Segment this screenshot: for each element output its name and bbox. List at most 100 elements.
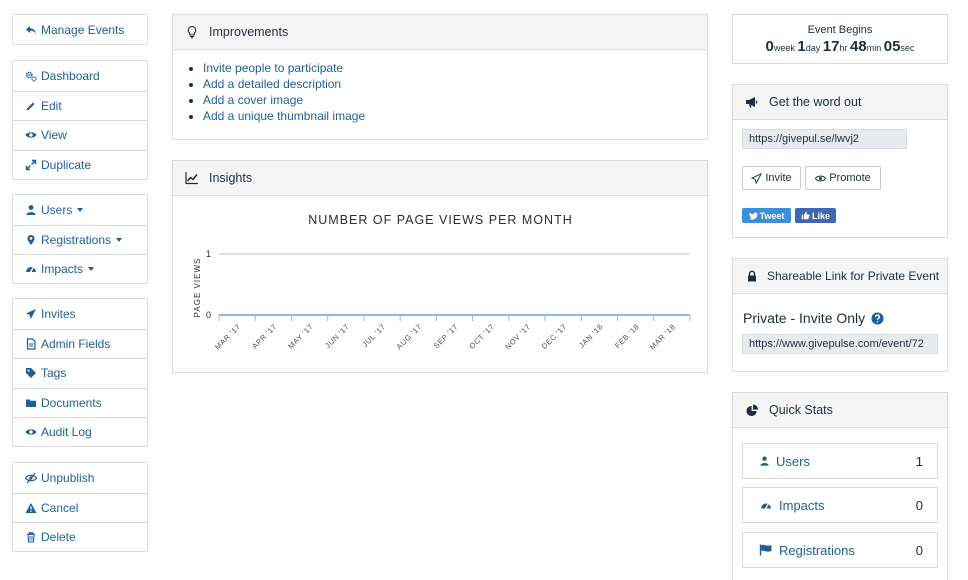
share-title: Get the word out	[769, 95, 862, 109]
insights-header: Insights	[173, 161, 707, 196]
stat-name: Registrations	[759, 543, 916, 558]
manage-events-label: Manage Events	[41, 22, 125, 37]
stat-row-users[interactable]: Users 1	[742, 443, 938, 479]
user-icon	[25, 204, 37, 216]
eye-icon	[25, 426, 37, 438]
share-panel: Get the word out https://givepul.se/lwvj…	[732, 84, 948, 238]
countdown-weeks: 0	[765, 38, 774, 55]
sidebar-item-label: Cancel	[41, 500, 79, 515]
sidebar-item-label: View	[41, 128, 67, 143]
stat-label: Impacts	[779, 497, 825, 513]
sidebar-item-label: Admin Fields	[41, 336, 111, 351]
private-status-label: Private - Invite Only	[743, 310, 866, 326]
sidebar-group-event: Dashboard Edit View Duplicate	[12, 60, 148, 180]
sidebar-item-duplicate[interactable]: Duplicate	[13, 149, 147, 180]
sidebar-item-edit[interactable]: Edit	[13, 90, 147, 121]
sidebar-item-impacts[interactable]: Impacts	[13, 254, 147, 284]
sidebar-item-documents[interactable]: Documents	[13, 387, 147, 418]
cogs-icon	[25, 70, 37, 82]
stat-row-registrations[interactable]: Registrations 0	[742, 532, 938, 568]
stat-label: Registrations	[779, 542, 855, 558]
sidebar-item-cancel[interactable]: Cancel	[13, 492, 147, 523]
countdown-hours: 17	[822, 38, 840, 55]
tweet-label: Tweet	[759, 210, 785, 221]
stat-count: 1	[915, 453, 923, 469]
countdown-panel: Event Begins 0week 1day 17hr 48min 05sec	[732, 14, 948, 64]
stat-name: Impacts	[759, 498, 916, 513]
improvement-link-thumbnail[interactable]: Add a unique thumbnail image	[203, 108, 707, 124]
improvements-title: Improvements	[209, 25, 289, 39]
sidebar-item-audit-log[interactable]: Audit Log	[13, 417, 147, 447]
pencil-icon	[25, 100, 37, 112]
like-label: Like	[811, 210, 830, 221]
pie-chart-icon	[745, 403, 759, 417]
improvement-link-description[interactable]: Add a detailed description	[203, 76, 707, 92]
sidebar-item-label: Duplicate	[41, 157, 92, 172]
y-tick-label: 1	[206, 249, 211, 259]
invite-button[interactable]: Invite	[742, 166, 801, 190]
short-url-field[interactable]: https://givepul.se/lwvj2	[742, 129, 907, 149]
sidebar-item-invites[interactable]: Invites	[13, 299, 147, 329]
countdown-label: Event Begins	[807, 24, 873, 36]
improvements-header: Improvements	[173, 15, 707, 50]
countdown-days-unit: day	[805, 43, 821, 53]
map-marker-icon	[25, 234, 37, 246]
reply-arrow-icon	[25, 24, 37, 36]
x-tick-label: OCT '17	[467, 322, 496, 351]
bullhorn-icon	[745, 95, 759, 109]
flag-icon	[759, 544, 773, 556]
sidebar-item-label: Registrations	[41, 232, 112, 247]
dashboard-gauge-icon	[25, 263, 37, 275]
y-tick-label: 0	[206, 310, 211, 320]
private-link-title: Shareable Link for Private Event	[767, 269, 940, 283]
x-tick-label: SEP '17	[432, 322, 460, 350]
stat-count: 0	[915, 497, 923, 513]
manage-events-button[interactable]: Manage Events	[13, 15, 147, 44]
sidebar-item-unpublish[interactable]: Unpublish	[13, 463, 147, 493]
facebook-like-button[interactable]: Like	[795, 208, 836, 223]
question-circle-icon[interactable]	[871, 311, 884, 325]
caret-down-icon	[88, 267, 95, 272]
stat-row-impacts[interactable]: Impacts 0	[742, 487, 938, 523]
tweet-button[interactable]: Tweet	[742, 208, 791, 223]
sidebar-item-tags[interactable]: Tags	[13, 358, 147, 388]
promote-button[interactable]: Promote	[805, 166, 881, 190]
sidebar-item-dashboard[interactable]: Dashboard	[13, 61, 147, 91]
caret-down-icon	[77, 207, 84, 212]
x-tick-label: FEB '18	[613, 322, 641, 350]
x-tick-label: NOV '17	[503, 322, 532, 351]
x-tick-label: AUG '17	[394, 322, 423, 351]
x-tick-label: MAR '17	[213, 322, 243, 352]
caret-down-icon	[116, 237, 123, 242]
countdown-days: 1	[797, 38, 806, 55]
private-status: Private - Invite Only	[743, 310, 884, 326]
sidebar-group-admin: Invites Admin Fields Tags Documents Audi…	[12, 298, 148, 447]
sidebar-item-label: Audit Log	[41, 425, 92, 440]
sidebar-item-label: Edit	[41, 98, 62, 113]
sidebar-item-admin-fields[interactable]: Admin Fields	[13, 328, 147, 359]
thumbs-up-icon	[801, 211, 810, 220]
line-chart-icon	[185, 171, 199, 185]
insights-title: Insights	[209, 171, 253, 185]
x-tick-label: APR '17	[250, 322, 279, 351]
expand-icon	[25, 159, 37, 171]
stat-name: Users	[759, 454, 916, 469]
improvement-link-invite[interactable]: Invite people to participate	[203, 60, 707, 76]
sidebar-group-status: Unpublish Cancel Delete	[12, 462, 148, 552]
countdown-minutes-unit: min	[866, 43, 882, 53]
improvements-panel: Improvements Invite people to participat…	[172, 14, 708, 140]
x-tick-label: MAY '17	[286, 322, 315, 351]
sidebar-item-users[interactable]: Users	[13, 195, 147, 225]
sidebar-item-registrations[interactable]: Registrations	[13, 224, 147, 255]
private-url-field[interactable]: https://www.givepulse.com/event/72	[742, 334, 938, 354]
sidebar-item-delete[interactable]: Delete	[13, 522, 147, 552]
countdown-values: 0week 1day 17hr 48min 05sec	[733, 38, 947, 55]
stat-label: Users	[776, 453, 810, 469]
sidebar-item-label: Users	[41, 202, 73, 217]
sidebar-item-view[interactable]: View	[13, 120, 147, 150]
improvement-link-cover-image[interactable]: Add a cover image	[203, 92, 707, 108]
lightbulb-icon	[185, 25, 199, 39]
quick-stats-header: Quick Stats	[733, 393, 947, 428]
trash-icon	[25, 531, 37, 543]
improvements-list: Invite people to participate Add a detai…	[173, 50, 707, 124]
